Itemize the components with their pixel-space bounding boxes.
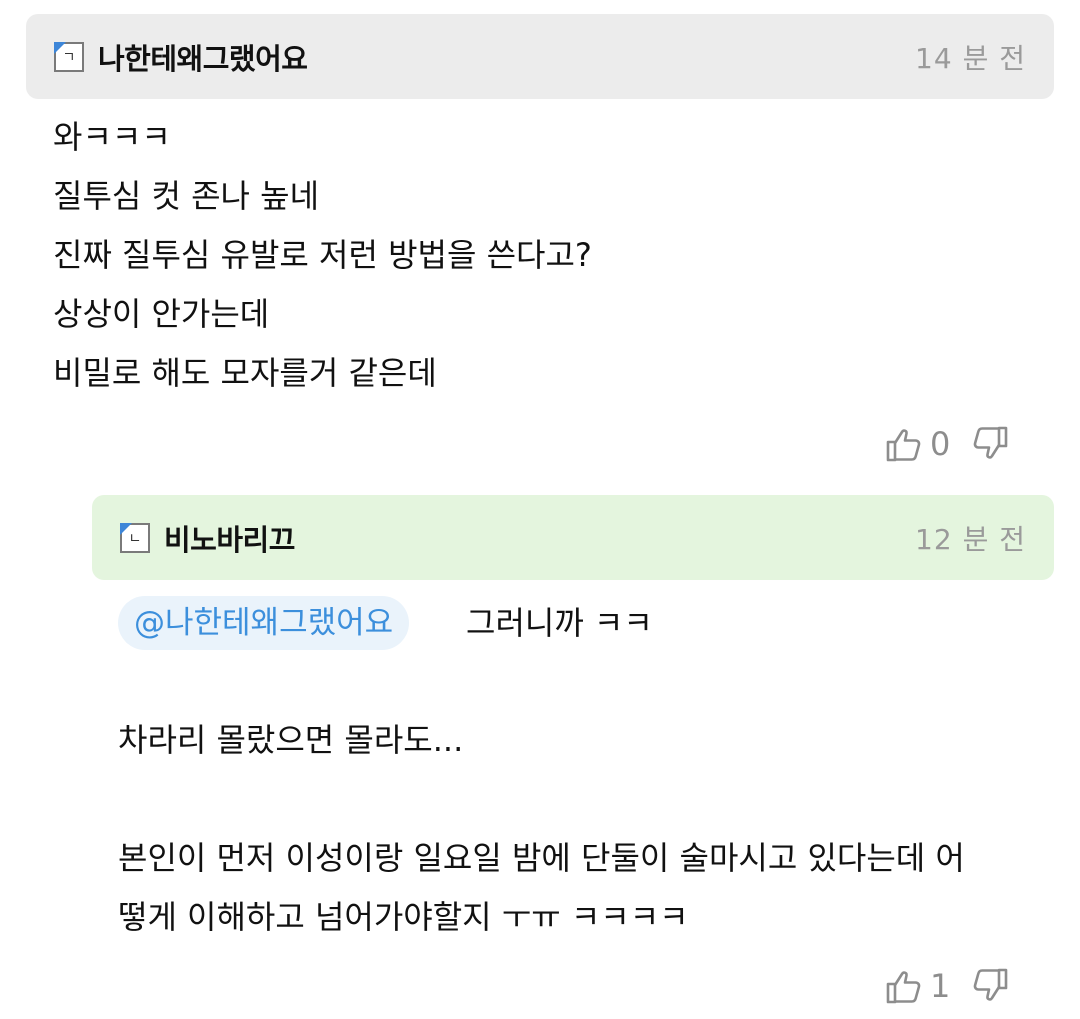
comment-votes: 0 [884, 424, 1010, 464]
reply-line: 떻게 이해하고 넘어가야할지 ㅜㅠ ㅋㅋㅋㅋ [118, 898, 689, 936]
reply-line: 차라리 몰랐으면 몰라도... [118, 721, 464, 759]
mention-tag[interactable]: @나한테왜그랬어요 [118, 596, 410, 650]
reply-timestamp: 12 분 전 [915, 522, 1026, 556]
comment-timestamp: 14 분 전 [915, 41, 1026, 75]
comment-header: ㄱ 나한테왜그랬어요 14 분 전 [26, 14, 1054, 99]
user-level-icon: ㄴ [120, 522, 150, 553]
reply-line: 그러니까 ㅋㅋ [466, 604, 653, 642]
comment-line: 와ㅋㅋㅋ [53, 118, 171, 156]
comment-line: 질투심 컷 존나 높네 [53, 177, 320, 215]
comment-body: 와ㅋㅋㅋ 질투심 컷 존나 높네 진짜 질투심 유발로 저런 방법을 쓴다고? … [53, 108, 592, 403]
comment-line: 상상이 안가는데 [53, 295, 270, 333]
comment-line: 진짜 질투심 유발로 저런 방법을 쓴다고? [53, 236, 592, 274]
reply-author[interactable]: 비노바리끄 [164, 517, 295, 559]
comment-line: 비밀로 해도 모자를거 같은데 [53, 354, 437, 392]
reply-header: ㄴ 비노바리끄 12 분 전 [92, 495, 1054, 580]
thumbs-up-icon[interactable] [884, 966, 924, 1006]
like-count: 0 [930, 425, 951, 463]
thumbs-down-icon[interactable] [970, 966, 1010, 1006]
like-count: 1 [930, 967, 951, 1005]
reply-votes: 1 [884, 966, 1010, 1006]
reply-line: 본인이 먼저 이성이랑 일요일 밤에 단둘이 술마시고 있다는데 어 [118, 839, 965, 877]
thumbs-down-icon[interactable] [970, 424, 1010, 464]
user-level-icon: ㄱ [54, 41, 84, 72]
thumbs-up-icon[interactable] [884, 424, 924, 464]
comment-author[interactable]: 나한테왜그랬어요 [98, 36, 308, 78]
